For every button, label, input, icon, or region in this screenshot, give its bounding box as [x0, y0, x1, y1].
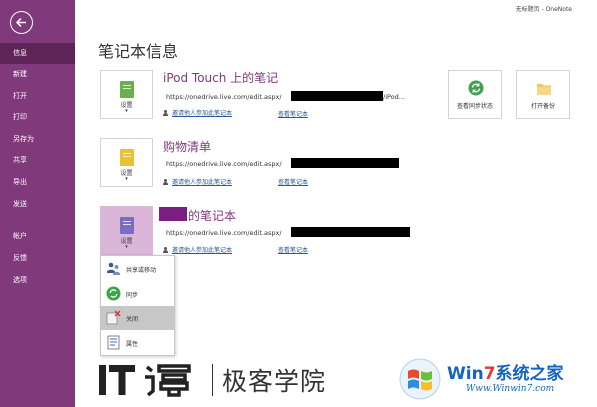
notebook-name[interactable]: 的笔记本 [188, 207, 236, 224]
sidebar-item-share[interactable]: 共享 [0, 150, 75, 171]
notebook-url-suffix: /iPod... [383, 93, 405, 101]
menu-item-sync[interactable]: 同步 [101, 282, 174, 306]
notebook-icon [120, 149, 134, 166]
share-icon [163, 247, 170, 253]
invite-link[interactable]: 邀请他人参加此笔记本 [163, 108, 232, 117]
notebook-url: https://onedrive.live.com/edit.aspx/ [166, 160, 282, 168]
share-icon [107, 262, 120, 275]
back-button[interactable] [10, 11, 33, 34]
share-icon [163, 110, 170, 116]
chevron-down-icon: ▾ [125, 244, 128, 250]
properties-icon [107, 335, 120, 350]
sidebar-item-export[interactable]: 导出 [0, 172, 75, 193]
sidebar: 信息 新建 打开 打印 另存为 共享 导出 发送 帐户 反馈 选项 [0, 0, 75, 407]
notebook-settings-button[interactable]: 设置 ▾ [100, 138, 153, 187]
window-title: 无标题页 - OneNote [515, 6, 572, 13]
windows-logo-icon [399, 358, 441, 400]
page-title: 笔记本信息 [98, 42, 179, 61]
sidebar-item-print[interactable]: 打印 [0, 107, 75, 128]
chevron-down-icon: ▾ [125, 108, 128, 114]
chevron-down-icon: ▾ [125, 176, 128, 182]
open-backup-button[interactable]: 打开备份 [516, 70, 570, 119]
notebook-settings-menu: 共享或移动 同步 关闭 属性 [100, 255, 175, 356]
notebook-icon [120, 217, 134, 234]
menu-item-properties[interactable]: 属性 [101, 331, 174, 355]
watermark-divider [212, 364, 213, 396]
redacted-block [291, 91, 383, 101]
view-notebook-link[interactable]: 查看笔记本 [278, 109, 308, 118]
share-icon [163, 179, 170, 185]
sidebar-item-feedback[interactable]: 反馈 [0, 248, 75, 269]
sync-status-label: 查看同步状态 [456, 103, 493, 110]
back-arrow-icon [15, 17, 26, 28]
sidebar-item-open[interactable]: 打开 [0, 86, 75, 107]
menu-label: 属性 [126, 341, 139, 348]
invite-link[interactable]: 邀请他人参加此笔记本 [163, 177, 232, 186]
ithome-logo [99, 364, 191, 397]
menu-label: 同步 [126, 292, 139, 299]
win7-brand: Win7系统之家 [447, 364, 564, 384]
notebook-name[interactable]: iPod Touch 上的笔记 [163, 69, 278, 86]
view-notebook-link[interactable]: 查看笔记本 [278, 245, 308, 254]
win7-url: Www.Winwin7.com [466, 384, 555, 394]
view-sync-status-button[interactable]: 查看同步状态 [448, 70, 502, 119]
sync-icon [106, 286, 121, 301]
close-notebook-icon [106, 310, 121, 325]
redacted-block [291, 227, 410, 237]
menu-label: 关闭 [126, 316, 139, 323]
redacted-block [291, 158, 399, 168]
view-notebook-link[interactable]: 查看笔记本 [278, 177, 308, 186]
menu-label: 共享或移动 [126, 267, 157, 274]
sidebar-item-info[interactable]: 信息 [0, 43, 75, 64]
onenote-backstage: 信息 新建 打开 打印 另存为 共享 导出 发送 帐户 反馈 选项 无标题页 -… [0, 0, 597, 407]
sidebar-item-new[interactable]: 新建 [0, 64, 75, 85]
open-backup-label: 打开备份 [530, 103, 555, 110]
watermark-text: 极客学院 [222, 367, 327, 396]
notebook-settings-button[interactable]: 设置 ▾ [100, 206, 153, 255]
notebook-name[interactable]: 购物清单 [163, 138, 211, 155]
folder-icon [537, 84, 551, 95]
invite-link[interactable]: 邀请他人参加此笔记本 [163, 245, 232, 254]
notebook-settings-button[interactable]: 设置 ▾ [100, 70, 153, 119]
menu-item-share-move[interactable]: 共享或移动 [101, 257, 174, 281]
menu-item-close[interactable]: 关闭 [101, 306, 174, 330]
redacted-owner-block [159, 207, 187, 221]
sidebar-item-account[interactable]: 帐户 [0, 226, 75, 247]
notebook-url: https://onedrive.live.com/edit.aspx/ [166, 229, 282, 237]
notebook-url: https://onedrive.live.com/edit.aspx/ [166, 93, 282, 101]
sidebar-item-options[interactable]: 选项 [0, 270, 75, 291]
sidebar-item-save-as[interactable]: 另存为 [0, 129, 75, 150]
sidebar-item-send[interactable]: 发送 [0, 194, 75, 215]
notebook-icon [120, 81, 134, 98]
sync-icon [468, 80, 484, 96]
